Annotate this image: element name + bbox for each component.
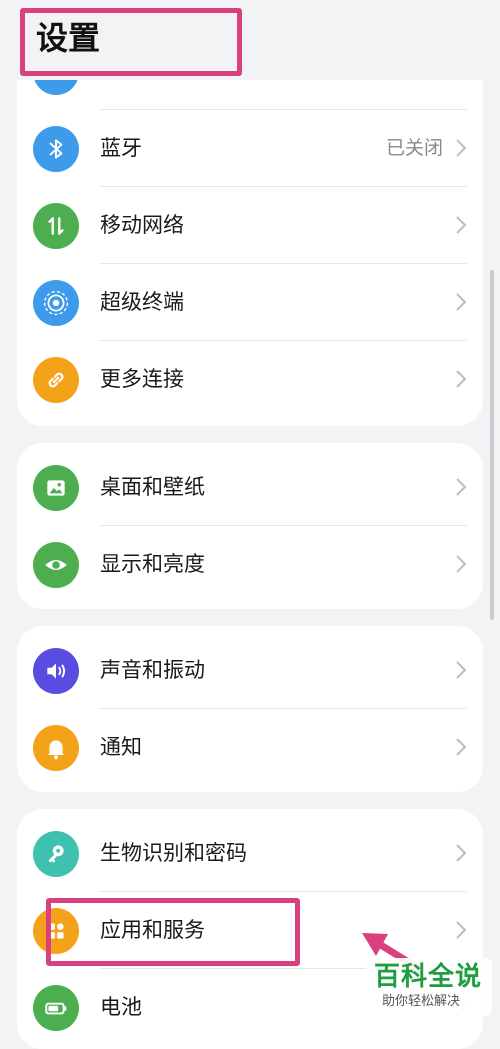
wallpaper-icon <box>33 465 79 511</box>
mobile-data-icon <box>33 203 79 249</box>
battery-icon <box>33 985 79 1031</box>
watermark: 百科全说 助你轻松解决 <box>366 958 492 1016</box>
settings-item-label: 通知 <box>100 735 142 759</box>
bell-icon <box>33 725 79 771</box>
settings-item-wallpaper[interactable]: 桌面和壁纸 <box>17 449 483 526</box>
settings-item-label: 移动网络 <box>100 213 184 237</box>
settings-item-label: 显示和亮度 <box>100 552 205 576</box>
settings-item-bluetooth[interactable]: 蓝牙 已关闭 <box>17 110 483 187</box>
scrollbar[interactable] <box>490 270 494 620</box>
super-device-icon <box>33 280 79 326</box>
link-icon <box>33 357 79 403</box>
key-icon <box>33 831 79 877</box>
chevron-right-icon <box>456 478 467 496</box>
chevron-right-icon <box>456 139 467 157</box>
settings-item-label: 电池 <box>100 995 142 1019</box>
apps-highlight-box <box>46 898 300 966</box>
chevron-right-icon <box>456 921 467 939</box>
bluetooth-status: 已关闭 <box>385 137 443 159</box>
chevron-right-icon <box>456 738 467 756</box>
connectivity-card: ChinaNet-2.4G-XXXX 蓝牙 已关闭 移动网络 超级终端 更多连接 <box>17 40 483 426</box>
sound-icon <box>33 648 79 694</box>
title-highlight-box <box>20 8 242 76</box>
chevron-right-icon <box>456 370 467 388</box>
watermark-title: 百科全说 <box>374 962 483 992</box>
settings-item-super-device[interactable]: 超级终端 <box>17 264 483 341</box>
chevron-right-icon <box>456 293 467 311</box>
settings-item-more-connections[interactable]: 更多连接 <box>17 341 483 418</box>
settings-item-biometrics[interactable]: 生物识别和密码 <box>17 815 483 892</box>
chevron-right-icon <box>456 555 467 573</box>
settings-item-display[interactable]: 显示和亮度 <box>17 526 483 603</box>
settings-item-label: 桌面和壁纸 <box>100 475 205 499</box>
settings-item-label: 超级终端 <box>100 290 184 314</box>
display-card: 桌面和壁纸 显示和亮度 <box>17 443 483 609</box>
sound-card: 声音和振动 通知 <box>17 626 483 792</box>
settings-item-mobile-network[interactable]: 移动网络 <box>17 187 483 264</box>
eye-icon <box>33 542 79 588</box>
settings-item-notifications[interactable]: 通知 <box>17 709 483 786</box>
chevron-right-icon <box>456 661 467 679</box>
settings-item-label: 生物识别和密码 <box>100 841 247 865</box>
settings-item-label: 更多连接 <box>100 367 184 391</box>
settings-item-label: 声音和振动 <box>100 658 205 682</box>
chevron-right-icon <box>456 216 467 234</box>
watermark-subtitle: 助你轻松解决 <box>382 994 461 1009</box>
settings-item-sound[interactable]: 声音和振动 <box>17 632 483 709</box>
settings-item-label: 蓝牙 <box>100 136 142 160</box>
chevron-right-icon <box>456 844 467 862</box>
bluetooth-icon <box>33 126 79 172</box>
